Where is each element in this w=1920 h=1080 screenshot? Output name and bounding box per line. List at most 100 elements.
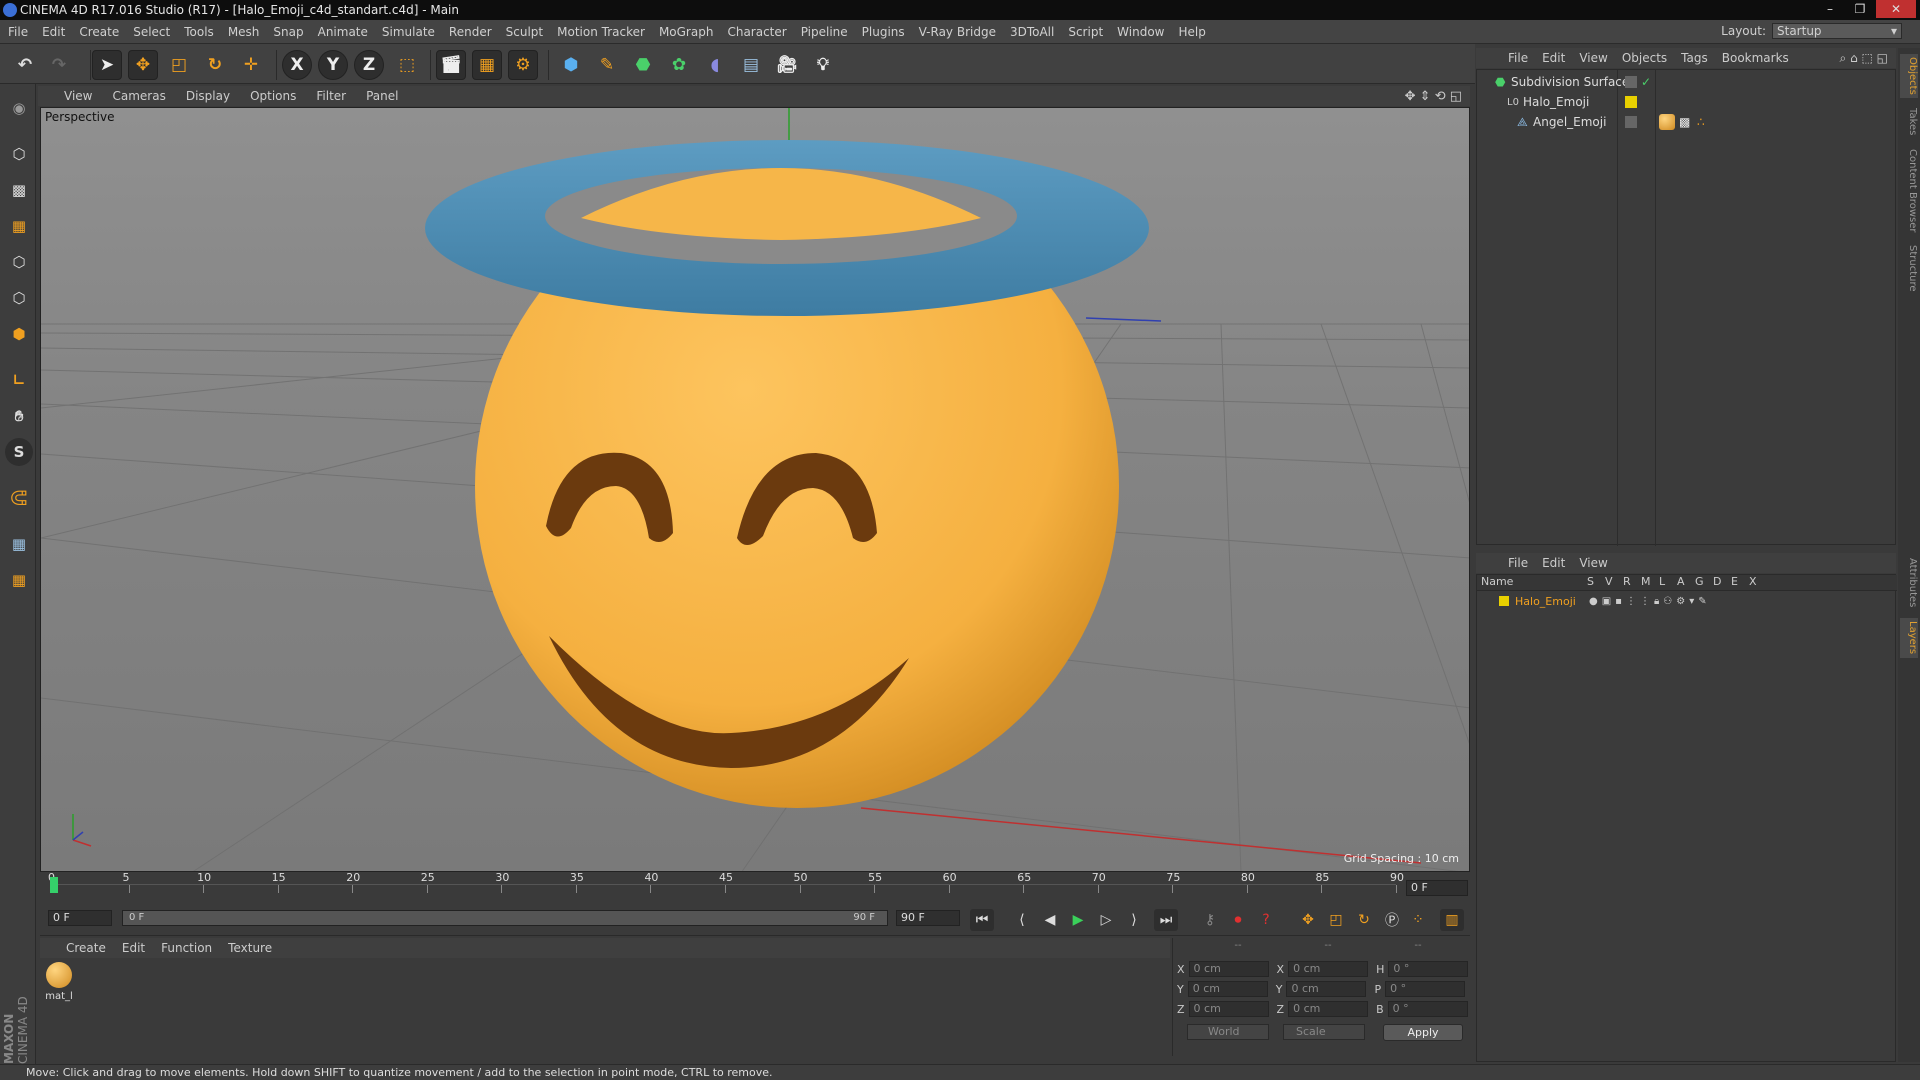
object-row[interactable]: ⬣ Subdivision Surface ✓ (1477, 72, 1897, 92)
timeline-ruler[interactable]: 051015202530354045505560657075808590 0 F (40, 871, 1470, 902)
point-level-key-button[interactable]: ⁘ (1406, 909, 1430, 931)
object-row[interactable]: ⟁ Angel_Emoji ▩ ∴ (1477, 112, 1897, 132)
object-menu-objects[interactable]: Objects (1622, 51, 1667, 65)
menu-create[interactable]: Create (79, 25, 119, 39)
object-menu-tags[interactable]: Tags (1681, 51, 1708, 65)
autokey-button[interactable]: ⏺ (1226, 909, 1250, 931)
checkmark-icon[interactable]: ✓ (1641, 75, 1651, 89)
undo-button[interactable]: ↶ (10, 50, 40, 80)
menu-pipeline[interactable]: Pipeline (801, 25, 848, 39)
parameter-key-button[interactable]: Ⓟ (1380, 909, 1404, 931)
layer-row[interactable]: Halo_Emoji ●▣▪⋮⋮🔒︎⚇⚙▾✎ (1477, 591, 1897, 611)
viewport-menu-display[interactable]: Display (186, 89, 230, 103)
redo-button[interactable]: ↷ (44, 50, 74, 80)
menu-motion-tracker[interactable]: Motion Tracker (557, 25, 645, 39)
playhead-marker[interactable] (50, 877, 58, 893)
rot-p-field[interactable]: 0 ° (1385, 981, 1466, 997)
menu-animate[interactable]: Animate (318, 25, 368, 39)
light-button[interactable]: 💡︎ (808, 50, 838, 80)
layer-menu-edit[interactable]: Edit (1542, 556, 1565, 570)
coordinate-system-button[interactable]: ⬚ (392, 50, 422, 80)
layer-flag-icons[interactable]: ●▣▪⋮⋮🔒︎⚇⚙▾✎ (1589, 596, 1711, 607)
record-active-button[interactable]: ⚷ (1198, 909, 1222, 931)
menu-tools[interactable]: Tools (184, 25, 214, 39)
size-x-field[interactable]: 0 cm (1288, 961, 1369, 977)
menu-script[interactable]: Script (1068, 25, 1103, 39)
live-selection-button[interactable]: ➤ (92, 50, 122, 80)
object-row[interactable]: L0 Halo_Emoji (1477, 92, 1897, 112)
tab-takes[interactable]: Takes (1900, 104, 1918, 140)
texture-tag-icon[interactable]: ▩ (1679, 115, 1690, 129)
coordinate-mode-dropdown[interactable]: World (1187, 1024, 1269, 1040)
menu-help[interactable]: Help (1178, 25, 1205, 39)
model-mode-button[interactable]: ⬡ (5, 140, 33, 168)
object-menu-view[interactable]: View (1579, 51, 1607, 65)
menu-vray-bridge[interactable]: V-Ray Bridge (919, 25, 996, 39)
menu-simulate[interactable]: Simulate (382, 25, 435, 39)
layer-color-swatch[interactable] (1625, 96, 1637, 108)
pos-z-field[interactable]: 0 cm (1188, 1001, 1269, 1017)
rotate-tool-button[interactable]: ↻ (200, 50, 230, 80)
close-button[interactable]: ✕ (1876, 0, 1916, 18)
workplane-mode-button[interactable]: ▦ (5, 212, 33, 240)
next-frame-button[interactable]: ▷ (1094, 909, 1118, 931)
subdivision-button[interactable]: ⬣ (628, 50, 658, 80)
make-editable-button[interactable]: ◉ (5, 94, 33, 122)
menu-file[interactable]: File (8, 25, 28, 39)
viewport-menu-view[interactable]: View (64, 89, 92, 103)
menu-render[interactable]: Render (449, 25, 492, 39)
next-key-button[interactable]: ⟩ (1122, 909, 1146, 931)
points-mode-button[interactable]: ⬡ (5, 248, 33, 276)
edges-mode-button[interactable]: ⬡ (5, 284, 33, 312)
viewport-navigation-icons[interactable]: ✥ ⇕ ⟲ ◱ (1405, 89, 1462, 104)
rotation-key-button[interactable]: ↻ (1352, 909, 1376, 931)
menu-mesh[interactable]: Mesh (228, 25, 260, 39)
object-menu-file[interactable]: File (1508, 51, 1528, 65)
layer-menu-file[interactable]: File (1508, 556, 1528, 570)
transform-tool-button[interactable]: ✛ (236, 50, 266, 80)
object-menu-edit[interactable]: Edit (1542, 51, 1565, 65)
camera-button[interactable]: 🎥︎ (772, 50, 802, 80)
timeline-window-button[interactable]: ▥ (1440, 909, 1464, 931)
tab-attributes[interactable]: Attributes (1900, 554, 1918, 612)
previous-key-button[interactable]: ⟨ (1010, 909, 1034, 931)
lock-workplane-button[interactable]: ▦ (5, 530, 33, 558)
pos-x-field[interactable]: 0 cm (1188, 961, 1269, 977)
snap-button[interactable]: S (5, 438, 33, 466)
tab-objects[interactable]: Objects (1900, 54, 1918, 98)
scale-tool-button[interactable]: ◰ (164, 50, 194, 80)
planar-workplane-button[interactable]: ▦ (5, 566, 33, 594)
size-y-field[interactable]: 0 cm (1286, 981, 1367, 997)
material-menu-function[interactable]: Function (161, 941, 212, 955)
cube-button[interactable]: ⬢ (556, 50, 586, 80)
previous-frame-button[interactable]: ◀ (1038, 909, 1062, 931)
rot-h-field[interactable]: 0 ° (1388, 961, 1469, 977)
z-axis-button[interactable]: Z (354, 50, 384, 80)
size-mode-dropdown[interactable]: Scale (1283, 1024, 1365, 1040)
viewport-menu-panel[interactable]: Panel (366, 89, 398, 103)
menu-character[interactable]: Character (727, 25, 786, 39)
go-to-end-button[interactable]: ⏭ (1154, 909, 1178, 931)
material-tag-icon[interactable] (1659, 114, 1675, 130)
material-menu-texture[interactable]: Texture (228, 941, 272, 955)
start-frame-field[interactable]: 0 F (48, 910, 112, 926)
viewport-menu-filter[interactable]: Filter (316, 89, 346, 103)
perspective-viewport[interactable]: Perspective Grid Spacing : 10 cm (40, 107, 1470, 872)
go-to-start-button[interactable]: ⏮ (970, 909, 994, 931)
floor-button[interactable]: ▤ (736, 50, 766, 80)
size-z-field[interactable]: 0 cm (1288, 1001, 1369, 1017)
cloner-button[interactable]: ✿ (664, 50, 694, 80)
viewport-menu-cameras[interactable]: Cameras (112, 89, 165, 103)
material-menu-edit[interactable]: Edit (122, 941, 145, 955)
current-frame-field[interactable]: 0 F (1406, 880, 1468, 896)
rot-b-field[interactable]: 0 ° (1387, 1001, 1468, 1017)
magnet-button[interactable]: 🧲︎ (5, 484, 33, 512)
tab-structure[interactable]: Structure (1900, 242, 1918, 294)
menu-snap[interactable]: Snap (273, 25, 303, 39)
menu-sculpt[interactable]: Sculpt (506, 25, 543, 39)
layout-dropdown[interactable]: Startup ▾ (1772, 23, 1902, 39)
object-menu-bookmarks[interactable]: Bookmarks (1722, 51, 1789, 65)
keyframe-selection-button[interactable]: ? (1254, 909, 1278, 931)
tab-layers[interactable]: Layers (1900, 618, 1918, 658)
y-axis-button[interactable]: Y (318, 50, 348, 80)
